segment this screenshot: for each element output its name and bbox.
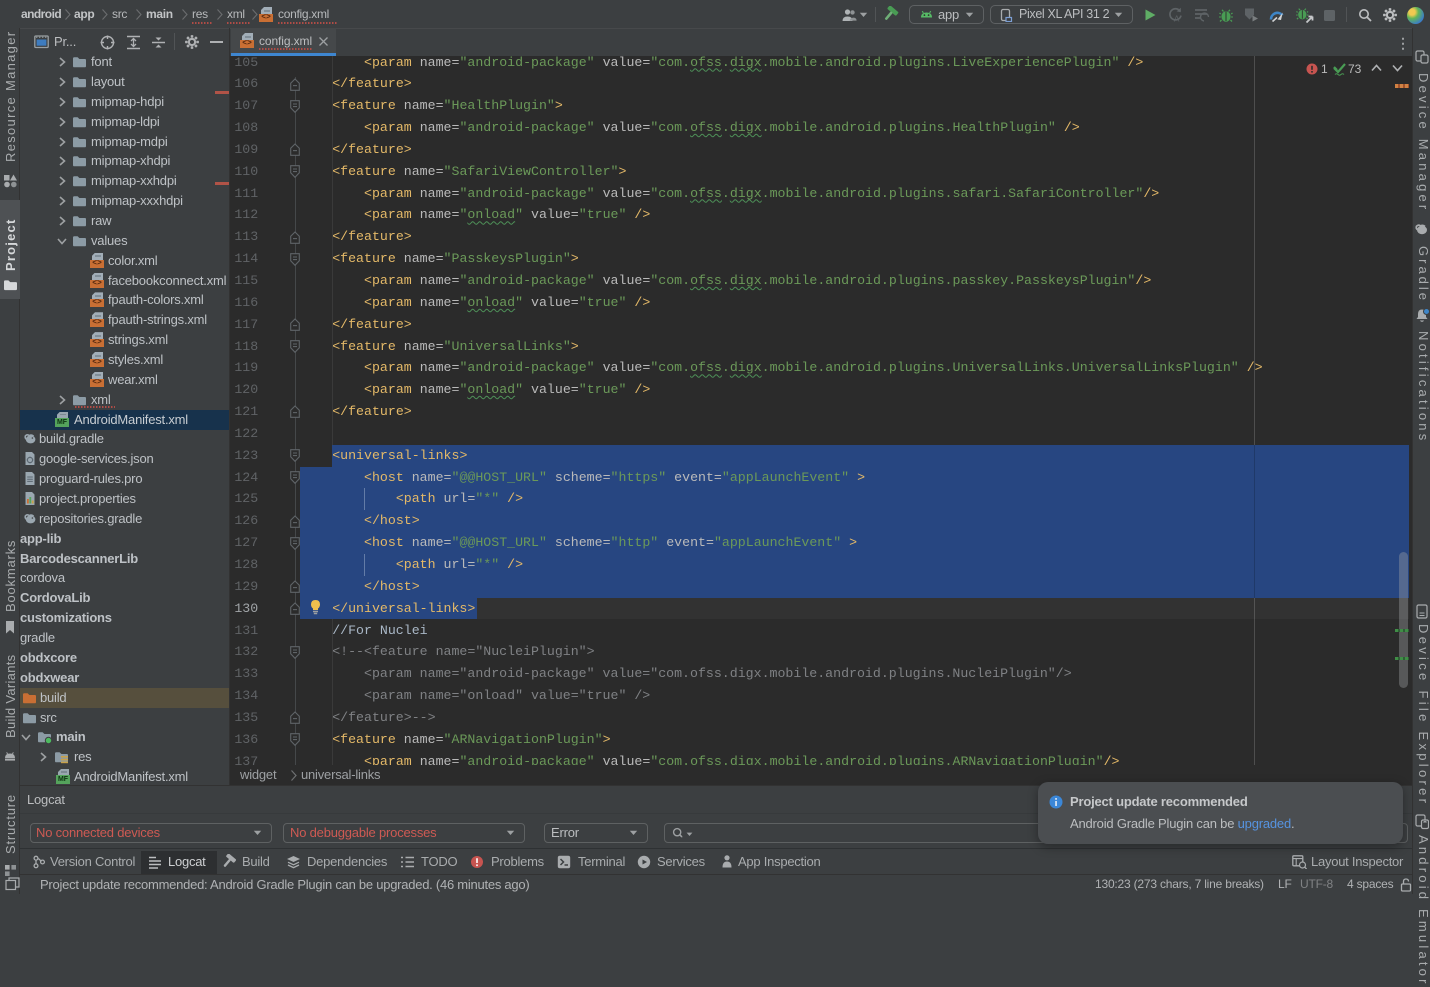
svg-text:A: A [1174,15,1180,24]
